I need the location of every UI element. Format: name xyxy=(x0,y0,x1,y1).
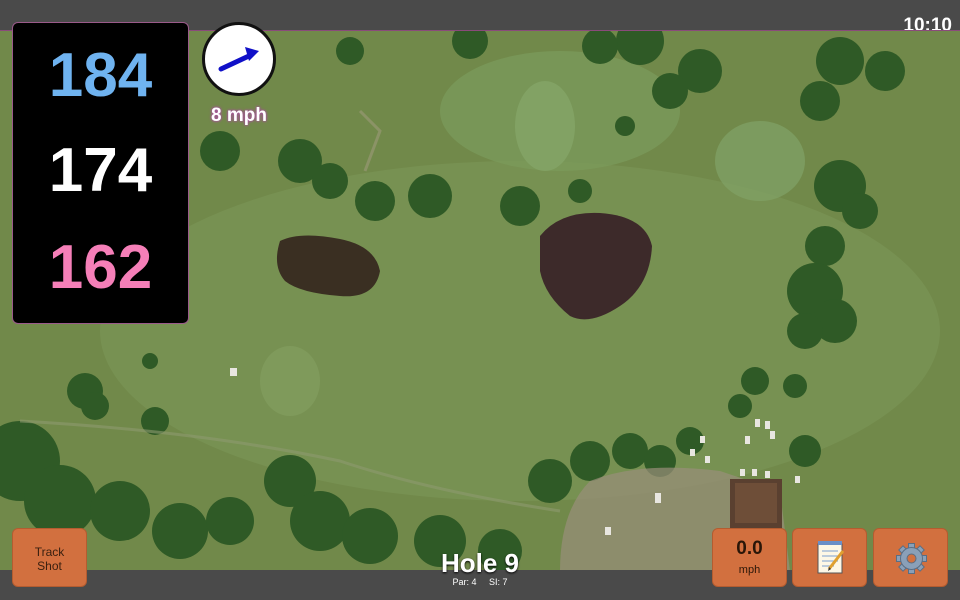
hole-par: Par: 4 xyxy=(452,577,477,587)
gear-icon xyxy=(896,543,927,574)
speed-unit: mph xyxy=(738,564,761,576)
hole-si: SI: 7 xyxy=(489,577,508,587)
track-shot-label-line1: Track xyxy=(34,545,65,559)
distance-back: 184 xyxy=(48,41,153,110)
settings-button[interactable] xyxy=(873,528,948,587)
wind-direction-dial xyxy=(202,22,276,96)
wind-arrow-icon xyxy=(218,47,259,72)
distance-front: 162 xyxy=(48,233,153,302)
track-shot-label-line2: Shot xyxy=(37,559,62,573)
distance-panel: 184 174 162 xyxy=(12,22,189,324)
wind-speed: 8 mph xyxy=(211,105,267,126)
speed-button[interactable]: 0.0 mph xyxy=(712,528,787,587)
notes-button[interactable] xyxy=(792,528,867,587)
distance-center: 174 xyxy=(48,136,153,205)
hole-meta: Par: 4 SI: 7 xyxy=(400,577,560,587)
hole-title: Hole 9 xyxy=(440,548,520,578)
track-shot-button[interactable]: Track Shot xyxy=(12,528,87,587)
speed-value: 0.0 xyxy=(736,538,763,559)
notepad-icon xyxy=(817,541,845,574)
